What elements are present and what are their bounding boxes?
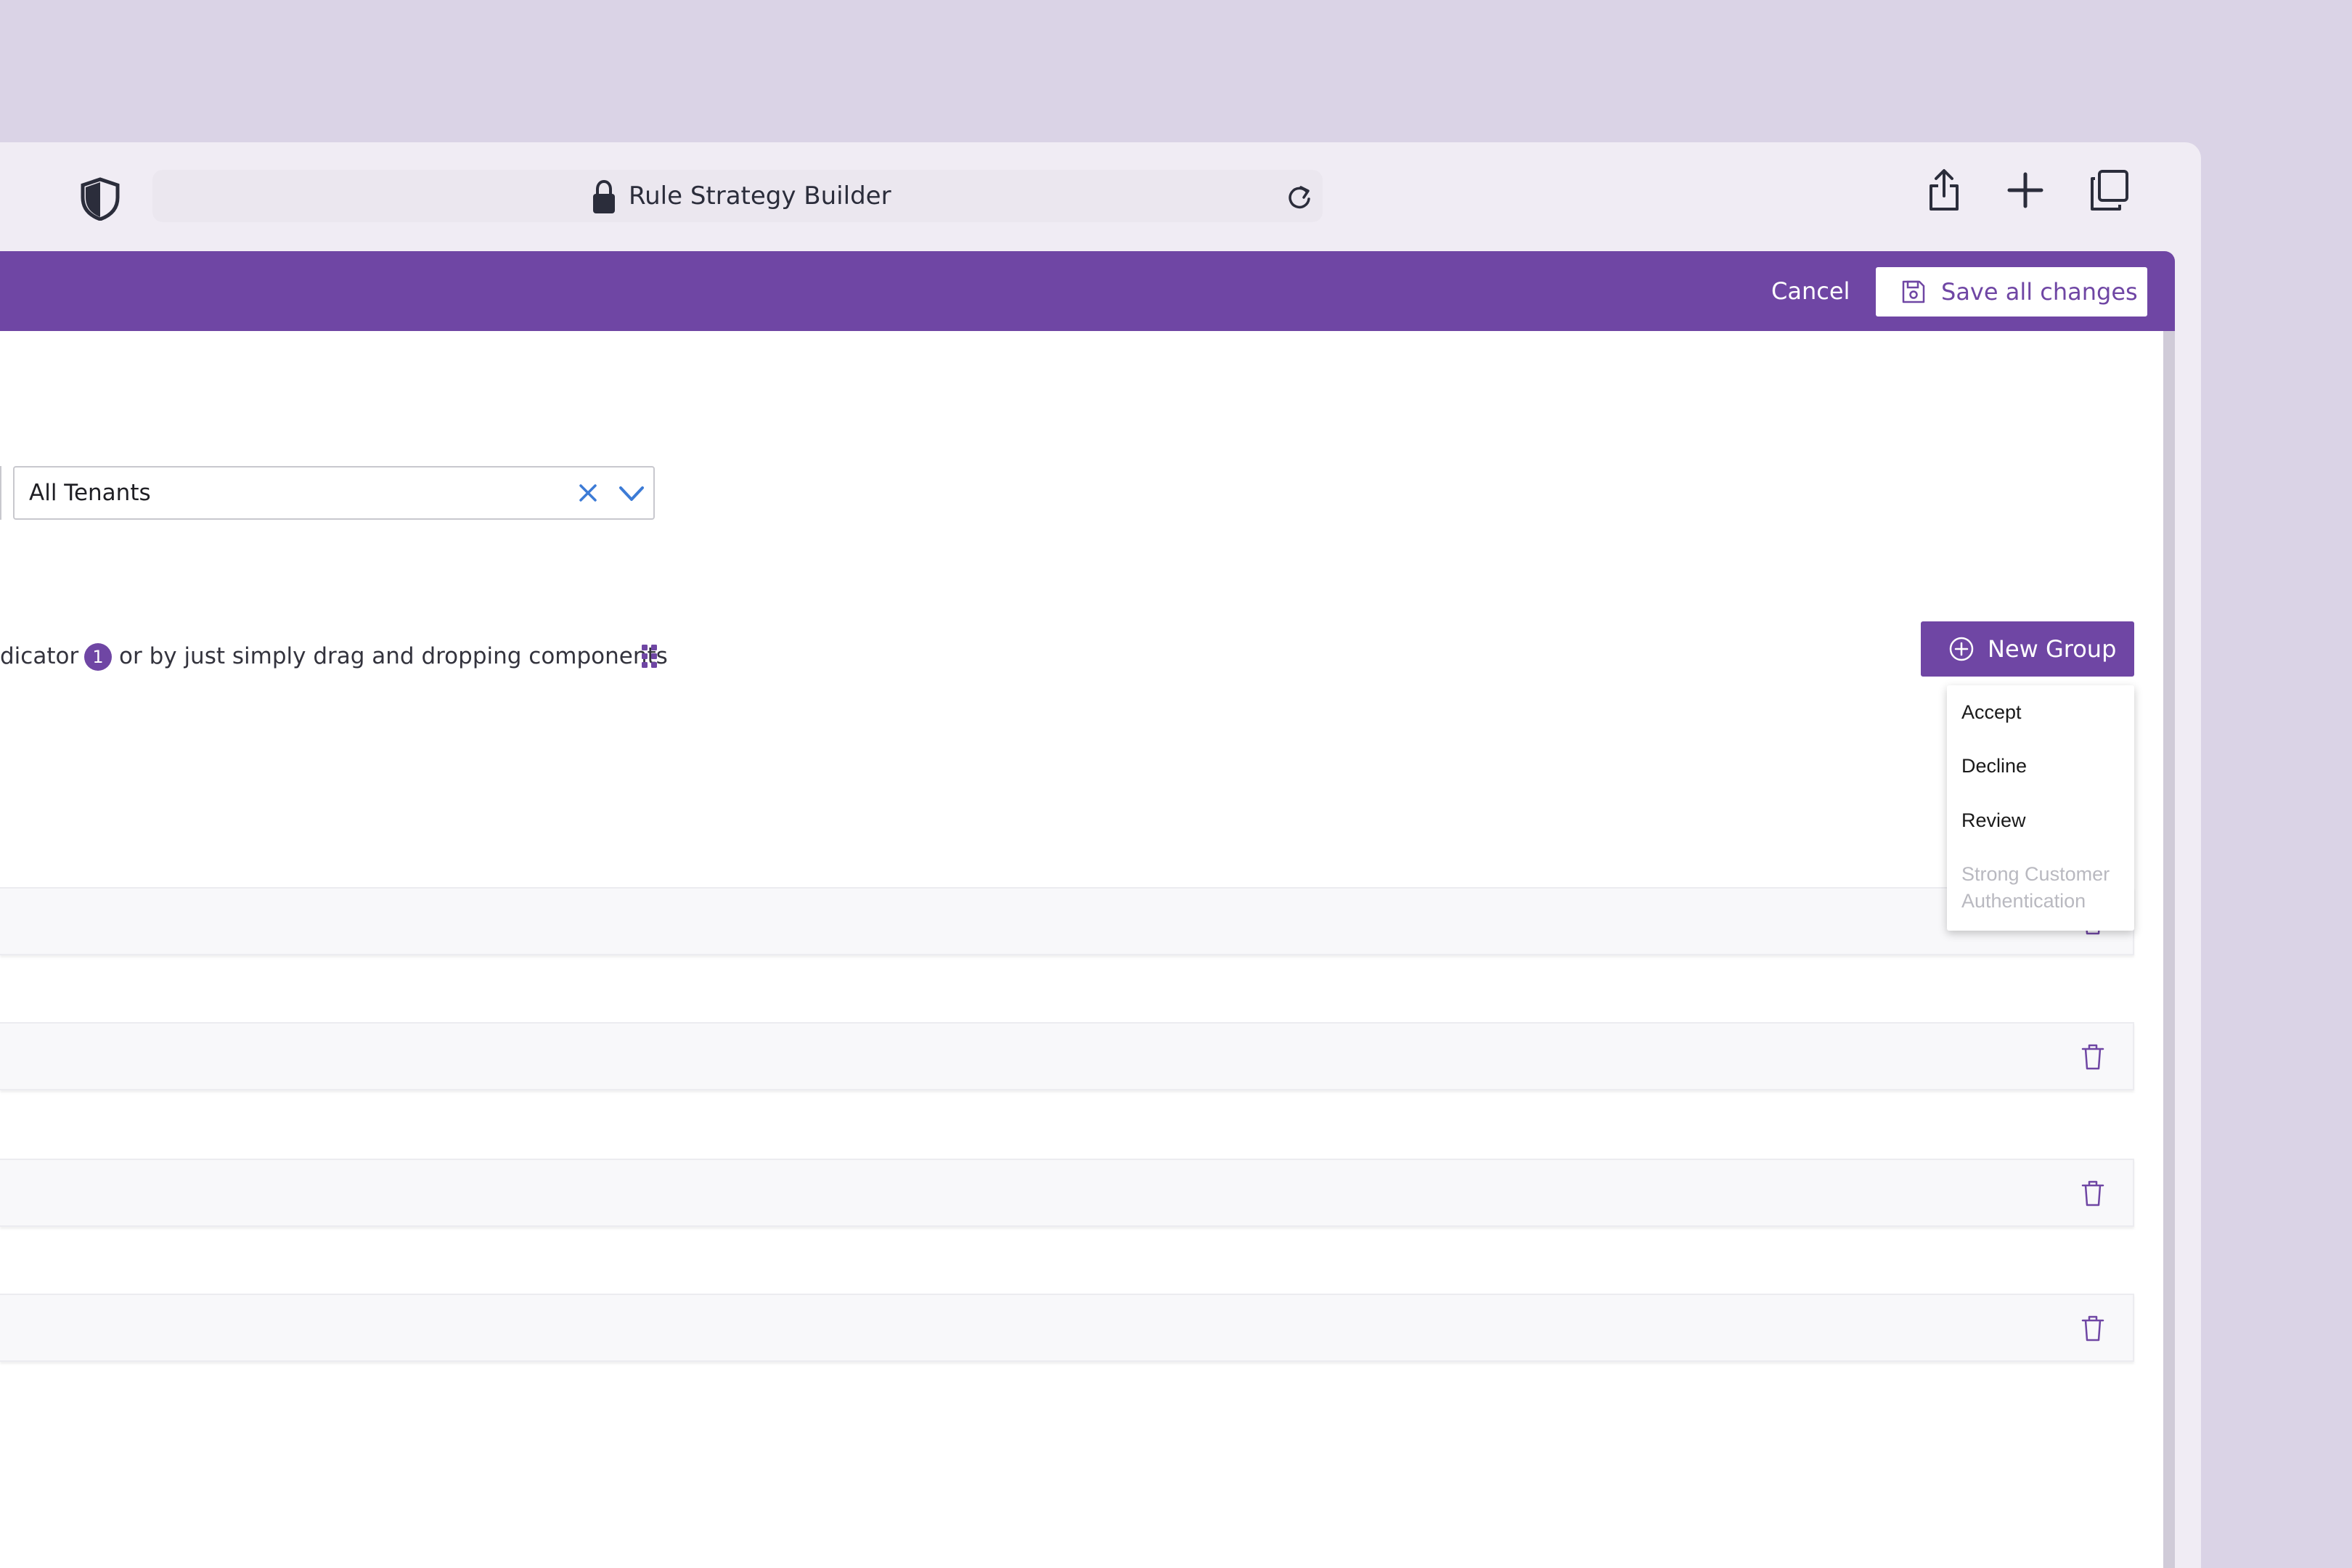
main-content: All Tenants dicator 1 or by just simply … — [0, 331, 2163, 1568]
share-icon[interactable] — [1922, 167, 1966, 213]
menu-item-accept[interactable]: Accept — [1961, 701, 2128, 724]
tabs-icon[interactable] — [2088, 167, 2131, 213]
save-button-label: Save all changes — [1941, 278, 2138, 306]
page-title: Rule Strategy Builder — [629, 181, 891, 211]
drag-handle-icon — [642, 645, 657, 668]
menu-item-strong-customer-authentication: Strong Customer Authentication — [1961, 863, 2110, 912]
new-group-button-label: New Group — [1988, 635, 2117, 663]
browser-toolbar: Rule Strategy Builder — [0, 142, 2201, 251]
cancel-button[interactable]: Cancel — [1771, 251, 1850, 331]
add-circle-icon — [1949, 637, 1974, 661]
menu-item-review[interactable]: Review — [1961, 809, 2128, 832]
new-group-dropdown-menu: Accept Decline Review Strong Customer Au… — [1947, 685, 2134, 931]
rule-group-row[interactable] — [0, 1159, 2134, 1227]
save-icon — [1902, 280, 1925, 303]
divider — [0, 466, 1, 520]
tenant-select-value: All Tenants — [29, 480, 151, 506]
reload-icon[interactable] — [1285, 183, 1314, 212]
rule-group-row[interactable] — [0, 887, 2134, 955]
save-all-changes-button[interactable]: Save all changes — [1876, 267, 2147, 317]
trash-icon[interactable] — [2081, 1179, 2105, 1208]
instruction-text-start: dicator — [0, 643, 79, 669]
menu-item-decline[interactable]: Decline — [1961, 755, 2128, 777]
browser-window: Rule Strategy Builder Cancel Save all ch… — [0, 142, 2201, 1568]
address-bar[interactable]: Rule Strategy Builder — [152, 170, 1323, 222]
lock-icon — [593, 180, 615, 213]
instruction-text-end: or by just simply drag and dropping comp… — [119, 643, 668, 669]
plus-icon[interactable] — [2004, 167, 2047, 213]
step-indicator-badge: 1 — [84, 643, 112, 671]
scrollbar[interactable] — [2163, 331, 2175, 1568]
new-group-button[interactable]: New Group — [1921, 621, 2134, 677]
chevron-down-icon[interactable] — [617, 483, 646, 505]
clear-icon[interactable] — [576, 481, 600, 505]
rule-group-row[interactable] — [0, 1022, 2134, 1090]
trash-icon[interactable] — [2081, 1314, 2105, 1343]
app-header-bar: Cancel Save all changes — [0, 251, 2175, 331]
tenant-select[interactable]: All Tenants — [13, 466, 655, 520]
trash-icon[interactable] — [2081, 1042, 2105, 1071]
rule-group-row[interactable] — [0, 1294, 2134, 1362]
shield-icon[interactable] — [80, 177, 121, 221]
